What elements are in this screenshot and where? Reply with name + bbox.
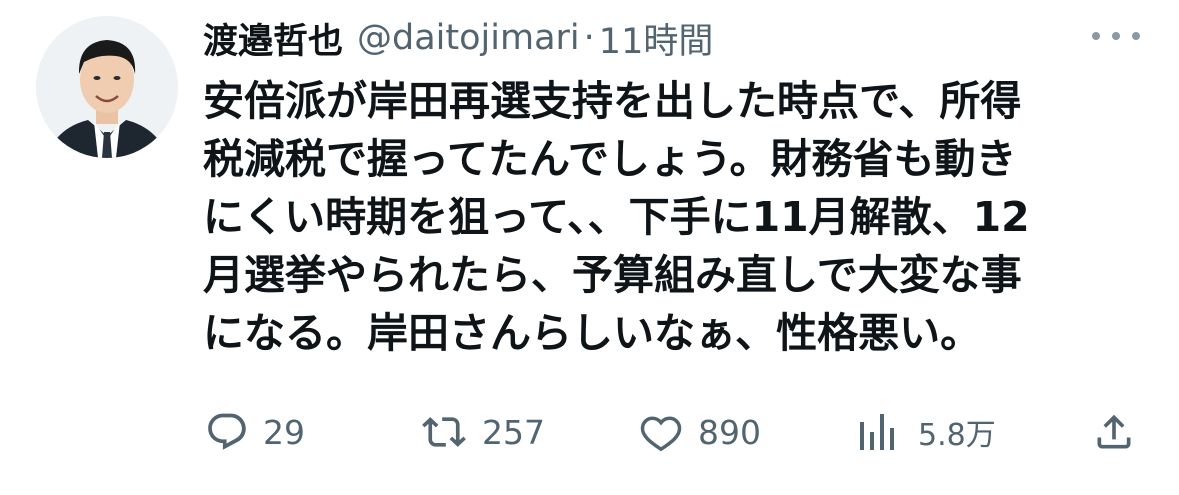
tweet-text: 安倍派が岸田再選支持を出した時点で、所得 税減税で握ってたんでしょう。財務省も動… (203, 72, 1163, 362)
avatar[interactable] (36, 16, 178, 158)
share-button[interactable] (1092, 404, 1136, 460)
more-options-button[interactable] (1092, 24, 1140, 48)
tweet: 渡邉哲也 @daitojimari · 11時間 安倍派が岸田再選支持を出した時… (0, 0, 1179, 495)
views-count: 5.8万 (918, 418, 996, 453)
reply-button[interactable]: 29 (205, 404, 305, 460)
reply-count: 29 (263, 412, 305, 452)
views-button[interactable]: 5.8万 (858, 404, 996, 460)
tweet-header: 渡邉哲也 @daitojimari · 11時間 (203, 12, 713, 64)
like-count: 890 (698, 412, 761, 452)
action-bar: 29 257 890 5.8万 (0, 404, 1179, 460)
retweet-icon (420, 410, 468, 454)
share-icon (1092, 410, 1136, 454)
timestamp[interactable]: 11時間 (599, 13, 714, 64)
tweet-text-line: 月選挙やられたら、予算組み直しで大変な事 (203, 251, 1022, 299)
retweet-count: 257 (482, 412, 545, 452)
retweet-button[interactable]: 257 (420, 404, 545, 460)
like-button[interactable]: 890 (638, 404, 761, 460)
reply-icon (205, 410, 249, 454)
display-name[interactable]: 渡邉哲也 (203, 13, 343, 64)
user-handle[interactable]: @daitojimari (357, 18, 580, 58)
heart-icon (638, 410, 684, 454)
more-dots-icon (1092, 32, 1100, 40)
avatar-image (36, 16, 178, 158)
tweet-text-line: になる。岸田さんらしいなぁ、性格悪い。 (203, 309, 982, 357)
tweet-text-line: にくい時期を狙って、、下手に11月解散、12 (203, 193, 1030, 241)
tweet-text-line: 税減税で握ってたんでしょう。財務省も動き (203, 135, 1017, 183)
bar-chart-icon (858, 410, 898, 454)
separator: · (583, 18, 595, 58)
tweet-text-line: 安倍派が岸田再選支持を出した時点で、所得 (203, 77, 1022, 125)
